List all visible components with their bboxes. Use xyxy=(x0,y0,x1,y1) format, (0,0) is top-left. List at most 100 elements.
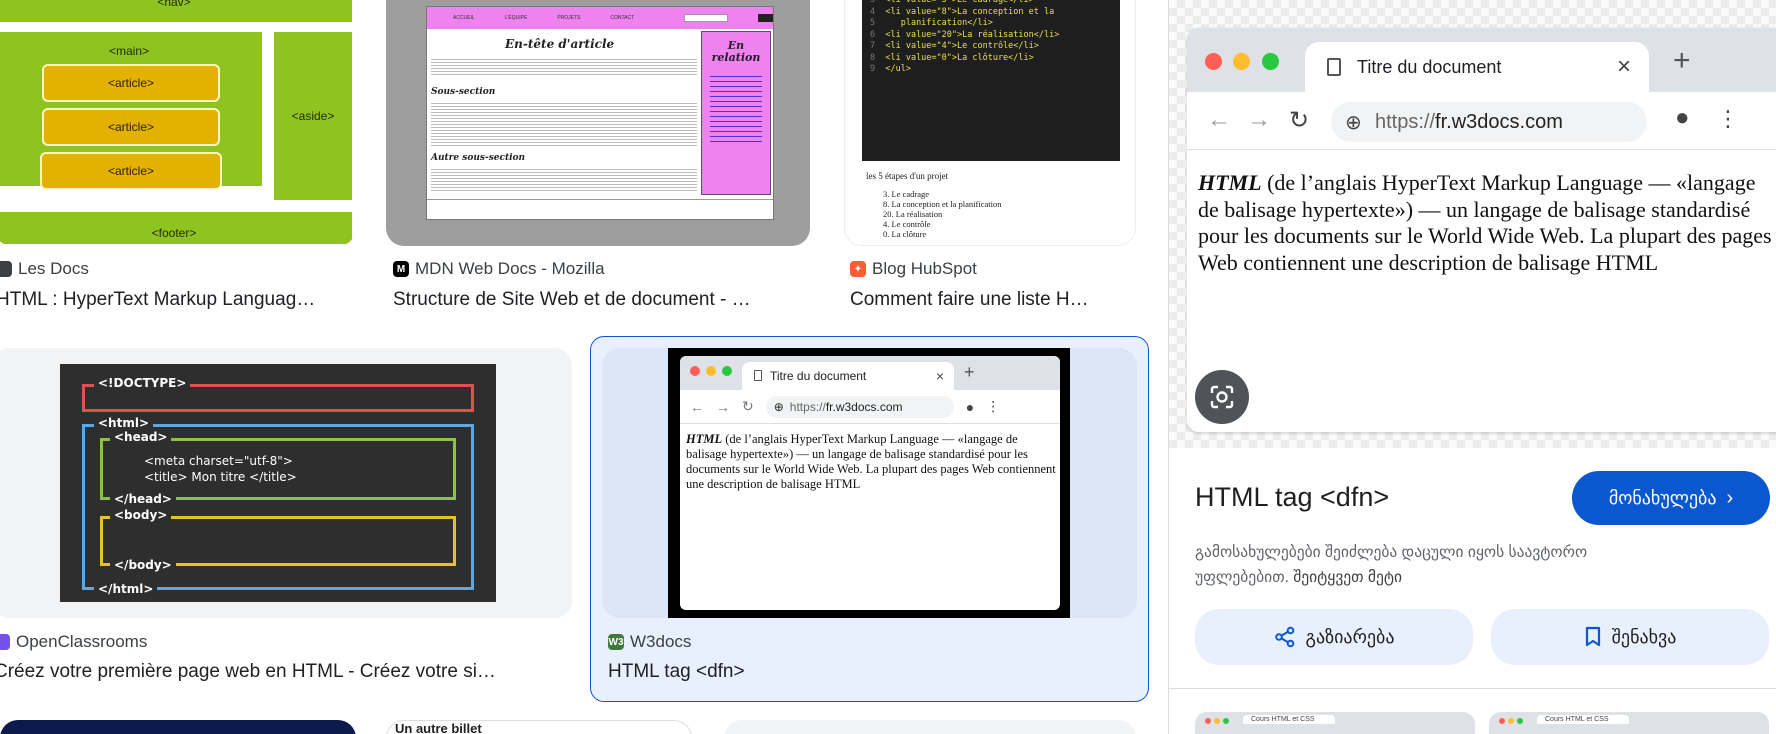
diagram-nav: <nav> xyxy=(0,0,354,24)
list-item: 20. La réalisation xyxy=(883,209,943,219)
code-line: 9 </ul> xyxy=(870,64,911,74)
code-lines: 3 <li value="3">Le cadrage</li> 4 <li val… xyxy=(870,0,1114,76)
diagram-article: <article> xyxy=(42,64,220,102)
forward-icon: → xyxy=(716,398,730,415)
mock-article-header: En-tête d'article xyxy=(505,37,615,51)
result-thumbnail-bottom-3[interactable] xyxy=(724,720,1136,734)
diagram-article: <article> xyxy=(40,152,222,190)
bookmark-icon xyxy=(1585,626,1600,647)
result-source[interactable]: OpenClassrooms xyxy=(0,632,147,652)
result-thumbnail-mdn[interactable]: ACCUEIL L'ÉQUIPE PROJETS CONTACT En-tête d'… xyxy=(386,0,810,246)
head-close-label: </head> xyxy=(110,492,176,506)
result-title[interactable]: HTML tag <dfn> xyxy=(608,661,1128,683)
share-icon xyxy=(1274,626,1294,648)
mock-footer xyxy=(427,199,773,219)
site-info-icon: ⊕ xyxy=(1345,112,1362,134)
reload-icon: ↻ xyxy=(742,398,754,414)
mock-aside: En relation xyxy=(701,31,771,195)
mock-paragraph xyxy=(431,167,697,193)
address-row: ← → ↻ ⊕ https://fr.w3docs.com ● ⋮ xyxy=(1187,92,1776,150)
panel-divider xyxy=(1169,688,1776,689)
diagram-aside: <aside> xyxy=(272,30,354,202)
result-title[interactable]: Créez votre première page web en HTML - … xyxy=(0,661,564,683)
related-thumbnail[interactable]: Cours HTML et CSS xyxy=(1195,712,1475,734)
w3docs-favicon-icon: W3 xyxy=(608,634,624,650)
visit-button[interactable]: მონახულება › xyxy=(1572,471,1770,525)
result-title[interactable]: Comment faire une liste H… xyxy=(850,289,1130,311)
html-structure-diagram: <!DOCTYPE> <html> <head> <meta charset="… xyxy=(60,364,496,602)
diagram-footer: <footer> xyxy=(0,210,354,246)
image-search-page: <nav> <main> <article> <article> <articl… xyxy=(0,0,1776,734)
mock-paragraph xyxy=(431,57,697,77)
result-source[interactable]: M MDN Web Docs - Mozilla xyxy=(393,259,605,279)
mock-paragraph xyxy=(431,101,697,147)
code-line: 7 <li value="4">Le contrôle</li> xyxy=(870,41,1039,51)
chevron-right-icon: › xyxy=(1726,486,1734,509)
body-open-label: <body> xyxy=(110,508,172,522)
copyright-notice: გამოსახულებები შეიძლება დაცული იყოს საავ… xyxy=(1195,544,1588,586)
browser-tab: Titre du document × xyxy=(1305,42,1649,92)
save-button[interactable]: შენახვა xyxy=(1491,609,1769,665)
mock-subsection: Autre sous-section xyxy=(431,153,526,163)
mdn-favicon-icon: M xyxy=(393,261,409,277)
learn-more-link[interactable]: შეიტყვეთ მეტი xyxy=(1293,569,1402,586)
tabstrip: Titre du document × + xyxy=(680,356,1060,390)
mock-page: ACCUEIL L'ÉQUIPE PROJETS CONTACT En-tête d'… xyxy=(426,6,774,220)
mock-subsection: Sous-section xyxy=(431,87,496,97)
code-line: 6 <li value="20">La réalisation</li> xyxy=(870,29,1060,40)
result-source[interactable]: ✦ Blog HubSpot xyxy=(850,259,977,279)
lens-button[interactable] xyxy=(1195,370,1249,424)
reload-icon: ↻ xyxy=(1289,107,1310,134)
html-close-label: </html> xyxy=(94,582,158,596)
preview-image-area: Titre du document × + ← → ↻ ⊕ https://fr… xyxy=(1169,0,1776,448)
result-thumbnail-lesdocs[interactable]: <nav> <main> <article> <article> <articl… xyxy=(0,0,356,246)
ordered-list: 3. Le cadrage 8. La conception et la plan… xyxy=(883,189,1001,239)
preview-body-text: HTML (de l’anglais HyperText Markup Lang… xyxy=(1198,170,1772,275)
url-bar: ⊕ https://fr.w3docs.com xyxy=(1331,102,1647,142)
code-line: 5 planification</li> xyxy=(870,18,993,28)
result-title[interactable]: Structure de Site Web et de document - … xyxy=(393,289,803,311)
profile-icon: ● xyxy=(1675,104,1690,131)
new-tab-icon: + xyxy=(964,362,975,382)
document-icon xyxy=(754,370,762,381)
related-thumbnail[interactable]: Cours HTML et CSS xyxy=(1489,712,1769,734)
head-open-label: <head> xyxy=(110,430,172,444)
hubspot-favicon-icon: ✦ xyxy=(850,261,866,277)
forward-icon: → xyxy=(1247,106,1271,133)
result-thumbnail-hubspot[interactable]: 3 <li value="3">Le cadrage</li> 4 <li val… xyxy=(844,0,1136,246)
mock-navbar: ACCUEIL L'ÉQUIPE PROJETS CONTACT xyxy=(427,7,773,29)
back-icon: ← xyxy=(1207,106,1231,133)
new-tab-icon: + xyxy=(1673,44,1691,77)
code-editor: 3 <li value="3">Le cadrage</li> 4 <li val… xyxy=(862,0,1120,161)
lesdocs-favicon-icon xyxy=(0,261,12,277)
code-line: 4 <li value="8">La conception et la xyxy=(870,6,1055,17)
result-source[interactable]: Les Docs xyxy=(0,259,89,279)
list-title: les 5 étapes d'un projet xyxy=(866,171,949,181)
preview-browser-mock[interactable]: Titre du document × + ← → ↻ ⊕ https://fr… xyxy=(1187,28,1776,432)
menu-dots-icon: ⋮ xyxy=(1717,106,1739,131)
site-info-icon: ⊕ xyxy=(773,399,784,414)
preview-panel: Titre du document × + ← → ↻ ⊕ https://fr… xyxy=(1168,0,1776,734)
result-thumbnail-openclassrooms[interactable]: <!DOCTYPE> <html> <head> <meta charset="… xyxy=(0,348,572,618)
list-item: 3. Le cadrage xyxy=(883,189,930,199)
doctype-label: <!DOCTYPE> xyxy=(94,376,191,390)
meta-label: <meta charset="utf-8"> xyxy=(144,454,293,468)
close-tab-icon: × xyxy=(1616,53,1631,80)
result-source[interactable]: W3 W3docs xyxy=(608,632,691,652)
result-title[interactable]: HTML : HyperText Markup Languag… xyxy=(0,289,356,311)
html-open-label: <html> xyxy=(94,416,154,430)
browser-mock-body: HTML (de l’anglais HyperText Markup Lang… xyxy=(686,432,1056,491)
menu-dots-icon: ⋮ xyxy=(986,398,1001,414)
result-thumbnail-bottom-2[interactable]: Un autre billet xyxy=(386,720,692,734)
openclassrooms-favicon-icon xyxy=(0,634,10,650)
list-item: 4. Le contrôle xyxy=(883,219,931,229)
share-button[interactable]: გაზიარება xyxy=(1195,609,1473,665)
list-item: 0. La clôture xyxy=(883,229,927,239)
document-icon xyxy=(1327,58,1341,76)
list-item: 8. La conception et la planification xyxy=(883,199,1002,209)
lens-icon xyxy=(1210,385,1234,409)
result-thumbnail-w3docs[interactable]: Titre du document × + ← → ↻ ⊕ https://fr.w… xyxy=(602,348,1137,618)
result-thumbnail-bottom-1[interactable] xyxy=(0,720,356,734)
title-tag-label: <title> Mon titre </title> xyxy=(144,470,297,484)
head-box xyxy=(100,438,456,500)
